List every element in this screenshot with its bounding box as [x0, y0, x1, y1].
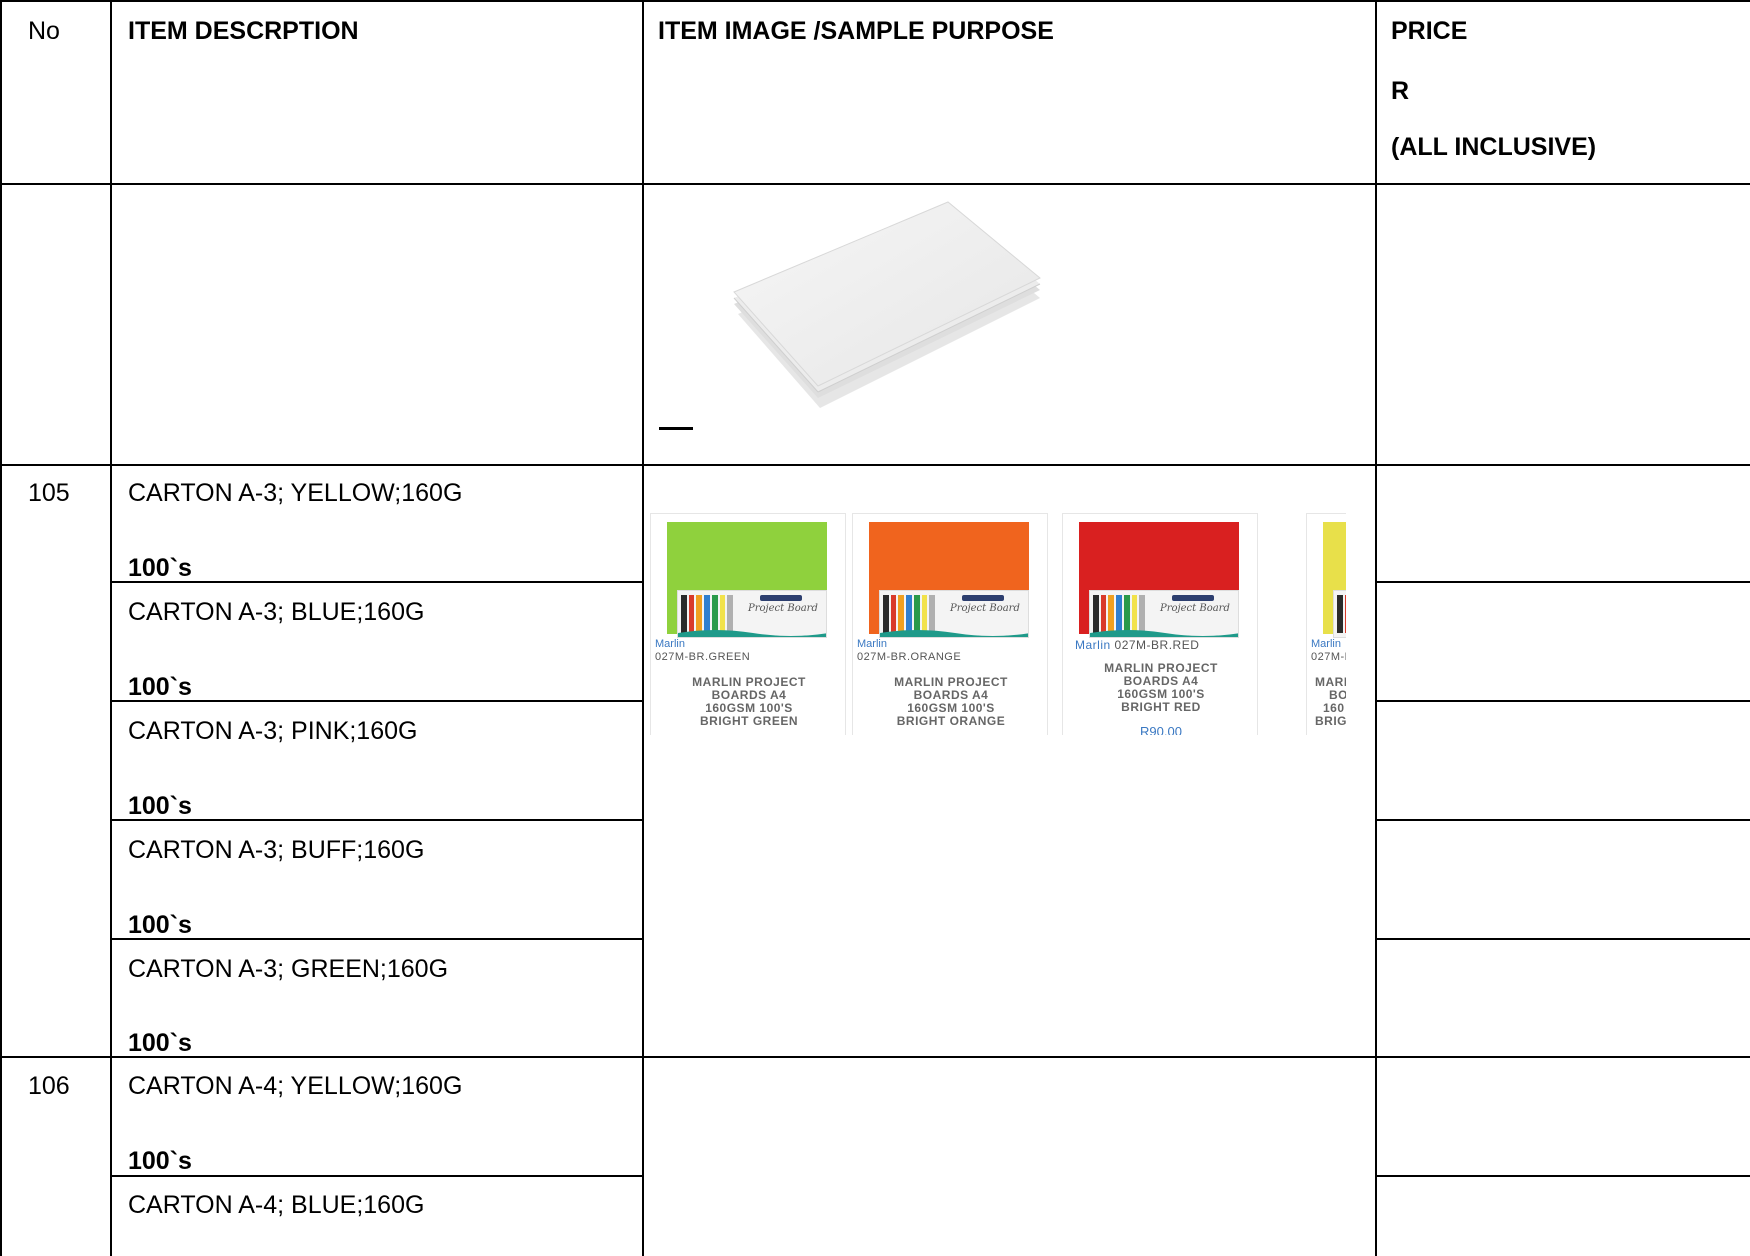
item-no: 105: [28, 479, 70, 507]
item-quantity: 100`s: [128, 911, 192, 939]
product-card-green: Project Board Marlin 027M-BR.GREEN MARLI…: [650, 513, 846, 735]
pack-wave: [880, 630, 1028, 637]
subrow-divider: [1375, 581, 1750, 583]
marlin-logo: [760, 595, 802, 601]
marlin-logo: [1172, 595, 1214, 601]
subrow-divider: [1375, 819, 1750, 821]
column-divider: [110, 0, 112, 1256]
product-card-strip: Project Board Marlin 027M-BR.GREEN MARLI…: [650, 505, 1346, 735]
subrow-divider: [1375, 700, 1750, 702]
header-item-description: ITEM DESCRPTION: [128, 17, 359, 45]
product-pack: [1333, 590, 1346, 638]
white-paper-stack-image: [690, 186, 1100, 428]
column-divider: [642, 0, 644, 1256]
item-description: CARTON A-3; BLUE;160G: [128, 598, 425, 626]
product-card-orange: Project Board Marlin 027M-BR.ORANGE MARL…: [852, 513, 1048, 735]
product-card-red: Project Board Marlin 027M-BR.RED MARLIN …: [1062, 513, 1258, 735]
item-description: CARTON A-3; YELLOW;160G: [128, 479, 463, 507]
subrow-divider: [1375, 1175, 1750, 1177]
header-price-currency: R: [1391, 77, 1410, 105]
table-border-top: [0, 0, 1750, 2]
item-description: CARTON A-3; PINK;160G: [128, 717, 418, 745]
item-description: CARTON A-4; BLUE;160G: [128, 1191, 425, 1219]
table-border-left: [0, 0, 2, 1256]
product-board-image: Project Board: [869, 522, 1029, 638]
product-pack: Project Board: [677, 590, 827, 638]
product-brand: Marlin: [655, 638, 685, 650]
marlin-logo: [962, 595, 1004, 601]
header-item-image: ITEM IMAGE /SAMPLE PURPOSE: [658, 17, 1054, 45]
product-board-image: Project Board: [1079, 522, 1239, 638]
product-brand-code: Marlin 027M-BR.RED: [1075, 638, 1200, 652]
header-price-note: (ALL INCLUSIVE): [1391, 133, 1597, 161]
product-name: MARLIN PROJECT BOARDS A4 160GSM 100'S BR…: [692, 675, 806, 728]
price-schedule-document: No ITEM DESCRPTION ITEM IMAGE /SAMPLE PU…: [0, 0, 1750, 1256]
item-quantity: 100`s: [128, 1147, 192, 1175]
item-description: CARTON A-3; BUFF;160G: [128, 836, 425, 864]
item-quantity: 100`s: [128, 673, 192, 701]
column-divider: [1375, 0, 1377, 1256]
pack-label: Project Board: [1160, 603, 1230, 614]
item-quantity: 100`s: [128, 1029, 192, 1057]
product-brand: Marlin: [857, 638, 887, 650]
product-name: MARL BO 160 BRIG: [1315, 675, 1346, 728]
row-divider: [0, 1056, 1750, 1058]
row-divider: [0, 464, 1750, 466]
product-pack: Project Board: [1089, 590, 1239, 638]
product-board-image: [1323, 522, 1346, 638]
pack-wave: [1090, 630, 1238, 637]
pack-label: Project Board: [950, 603, 1020, 614]
row-divider: [0, 183, 1750, 185]
product-name: MARLIN PROJECT BOARDS A4 160GSM 100'S BR…: [894, 675, 1008, 728]
product-price: R90.00: [1140, 724, 1182, 735]
product-name: MARLIN PROJECT BOARDS A4 160GSM 100'S BR…: [1104, 661, 1218, 714]
item-description: CARTON A-3; GREEN;160G: [128, 955, 449, 983]
product-code: 027M-BR.ORANGE: [857, 651, 962, 663]
header-price: PRICE: [1391, 17, 1468, 45]
pack-label: Project Board: [748, 603, 818, 614]
product-board-image: Project Board: [667, 522, 827, 638]
product-pack: Project Board: [879, 590, 1029, 638]
item-quantity: 100`s: [128, 792, 192, 820]
underline-mark: [659, 427, 693, 430]
pack-wave: [678, 630, 826, 637]
item-no: 106: [28, 1072, 70, 1100]
item-quantity: 100`s: [128, 554, 192, 582]
product-card-yellow: Marlin 027M-B MARL BO 160 BRIG: [1306, 513, 1346, 735]
product-code: 027M-B: [1311, 651, 1346, 663]
pack-stripes: [1337, 595, 1346, 633]
product-code: 027M-BR.GREEN: [655, 651, 751, 663]
subrow-divider: [1375, 938, 1750, 940]
product-brand: Marlin: [1311, 638, 1341, 650]
item-description: CARTON A-4; YELLOW;160G: [128, 1072, 463, 1100]
header-no: No: [28, 17, 60, 45]
